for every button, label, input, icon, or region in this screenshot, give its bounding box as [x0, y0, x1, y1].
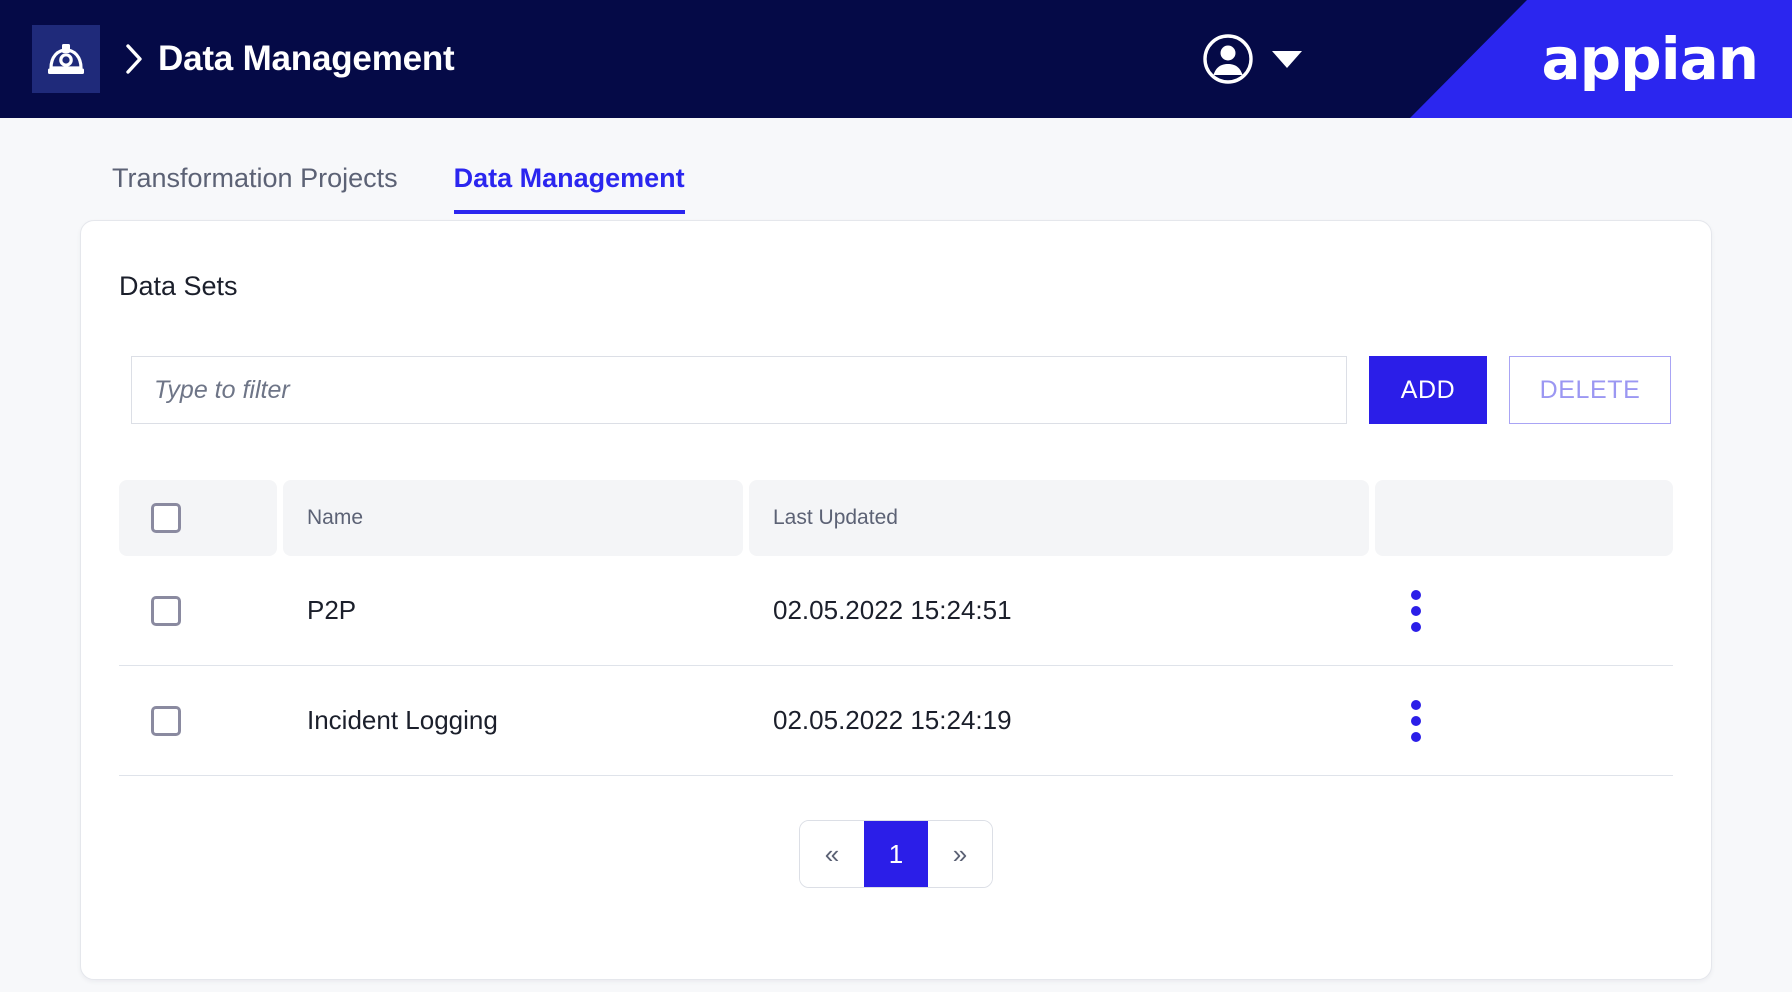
table-header-actions	[1375, 480, 1673, 556]
row-last-updated: 02.05.2022 15:24:19	[773, 705, 1012, 735]
chevron-down-icon[interactable]	[1272, 50, 1302, 68]
appian-logo: appian	[1541, 25, 1759, 93]
row-checkbox[interactable]	[151, 595, 181, 626]
add-button[interactable]: ADD	[1369, 356, 1487, 424]
row-select-cell	[119, 666, 277, 776]
row-select-cell	[119, 556, 277, 666]
pagination-next-button[interactable]: »	[928, 821, 992, 887]
pagination: « 1 »	[799, 820, 993, 888]
user-menu[interactable]	[1202, 33, 1302, 85]
delete-button[interactable]: DELETE	[1509, 356, 1671, 424]
card-title: Data Sets	[119, 271, 238, 301]
user-avatar-icon[interactable]	[1202, 33, 1254, 85]
breadcrumb-chevron-icon	[124, 42, 144, 76]
pagination-prev-button[interactable]: «	[800, 821, 864, 887]
select-all-checkbox[interactable]	[151, 503, 181, 533]
data-sets-card: Data Sets ADD DELETE Name Last Updated P…	[80, 220, 1712, 980]
top-header-bar: Data Management appian	[0, 0, 1792, 118]
row-last-updated: 02.05.2022 15:24:51	[773, 595, 1012, 625]
tab-transformation-projects[interactable]: Transformation Projects	[112, 163, 398, 214]
tab-data-management[interactable]: Data Management	[453, 163, 685, 214]
table-header-last-updated[interactable]: Last Updated	[749, 480, 1369, 556]
table-row[interactable]: P2P 02.05.2022 15:24:51	[119, 556, 1673, 666]
page-title: Data Management	[158, 39, 455, 78]
breadcrumb: Data Management	[124, 39, 455, 79]
row-name: P2P	[307, 595, 357, 625]
pagination-container: « 1 »	[117, 820, 1675, 888]
filter-input[interactable]	[131, 356, 1347, 424]
table-row[interactable]: Incident Logging 02.05.2022 15:24:19	[119, 666, 1673, 776]
table-header-select-all	[119, 480, 277, 556]
hard-hat-icon[interactable]	[32, 25, 100, 93]
pagination-page-1[interactable]: 1	[864, 821, 928, 887]
row-name: Incident Logging	[307, 705, 498, 735]
toolbar: ADD DELETE	[117, 356, 1675, 424]
tab-bar: Transformation Projects Data Management	[0, 118, 1792, 214]
table-header-row: Name Last Updated	[119, 480, 1673, 556]
data-sets-table: Name Last Updated P2P 02.05.2022 15:24:5…	[117, 480, 1675, 776]
row-actions-cell	[1375, 666, 1673, 776]
table-header-name[interactable]: Name	[283, 480, 743, 556]
kebab-menu-icon[interactable]	[1411, 589, 1421, 632]
row-actions-cell	[1375, 556, 1673, 666]
row-checkbox[interactable]	[151, 705, 181, 736]
kebab-menu-icon[interactable]	[1411, 699, 1421, 742]
